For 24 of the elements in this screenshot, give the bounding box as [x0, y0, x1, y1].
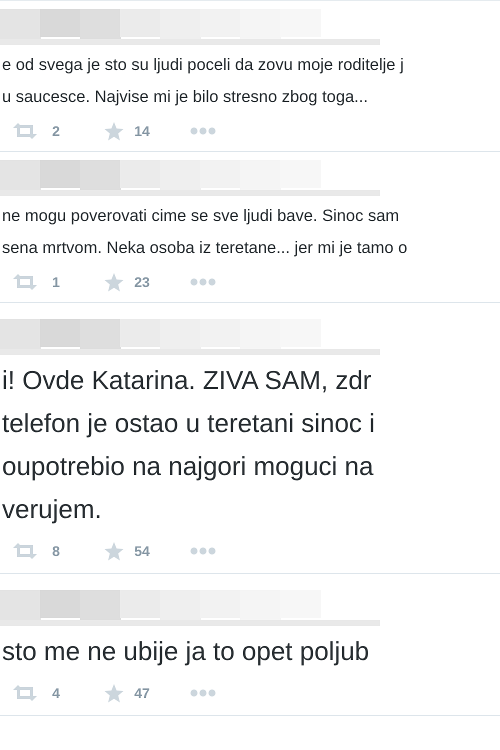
retweet-icon: [12, 123, 38, 139]
more-icon[interactable]: [190, 689, 216, 697]
tweet-text: sto me ne ubije ja to opet poljub: [2, 635, 370, 668]
retweet-icon: [12, 685, 38, 701]
tweet-text: i! Ovde Katarina. ZIVA SAM, zdr telefon je ostao u teretani sinoc i oupotrebio na najgori moguci na verujem.: [2, 364, 375, 526]
retweet-button[interactable]: 8: [12, 543, 66, 559]
more-icon[interactable]: [190, 127, 216, 135]
retweet-button[interactable]: 1: [12, 274, 66, 290]
tweet-text: e od svega je sto su ljudi poceli da zovu moje roditelje j u saucesce. Najvise mi je bilo stresno zbog toga...: [2, 55, 404, 108]
retweet-icon: [12, 274, 38, 290]
retweet-icon: [12, 543, 38, 559]
more-icon[interactable]: [190, 278, 216, 286]
more-icon[interactable]: [190, 547, 216, 555]
favorite-button[interactable]: 47: [104, 684, 152, 702]
favorite-button[interactable]: 23: [104, 272, 152, 292]
star-icon: [104, 122, 124, 140]
star-icon: [104, 542, 124, 560]
tweet-text: ne mogu poverovati cime se sve ljudi bave. Sinoc sam sena mrtvom. Neka osoba iz teretane... jer mi je tamo o: [2, 206, 408, 259]
star-icon: [104, 684, 124, 702]
star-icon: [104, 272, 124, 292]
favorite-button[interactable]: 14: [104, 122, 152, 140]
favorite-button[interactable]: 54: [104, 542, 152, 560]
retweet-button[interactable]: 4: [12, 685, 66, 701]
retweet-button[interactable]: 2: [12, 123, 66, 139]
